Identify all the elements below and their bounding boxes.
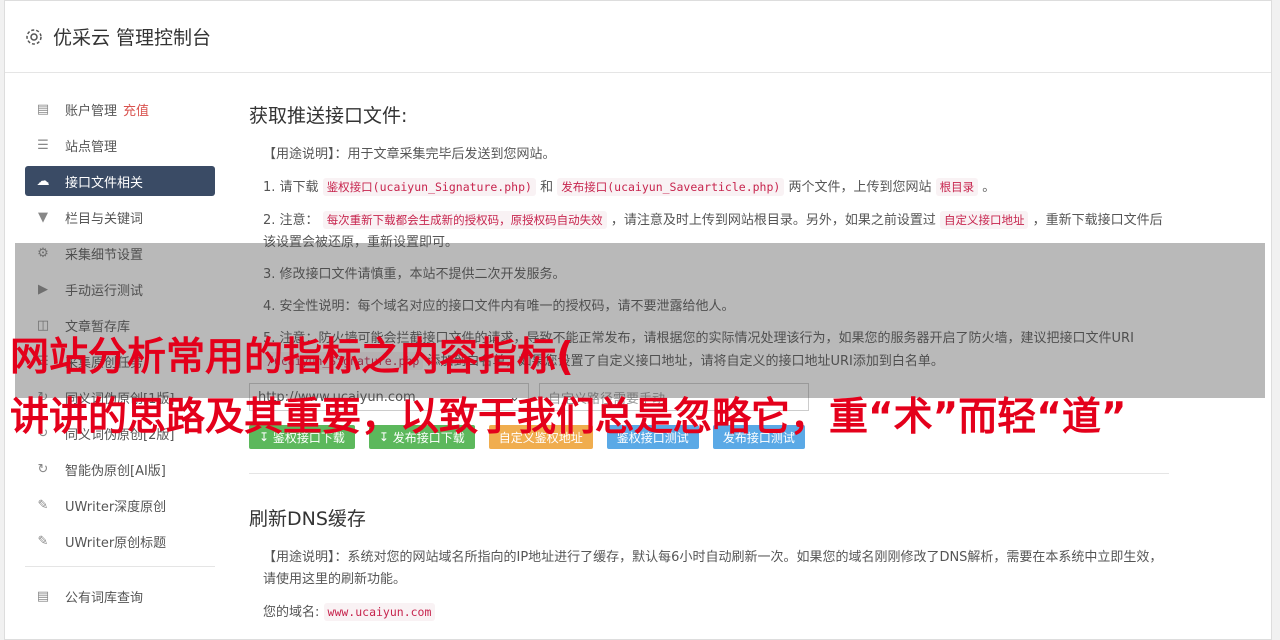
code-custom-url: 自定义接口地址 bbox=[939, 211, 1029, 229]
dns-usage-text: 【用途说明】：系统对您的网站域名所指向的IP地址进行了缓存，默认每6小时自动刷新… bbox=[263, 550, 1163, 587]
section-title-dns: 刷新DNS缓存 bbox=[249, 508, 366, 530]
section-title-interface-files: 获取推送接口文件: bbox=[249, 105, 408, 127]
code-warning: 每次重新下载都会生成新的授权码，原授权码自动失效 bbox=[322, 211, 607, 229]
sidebar-item-public-lexicon[interactable]: ▤ 公有词库查询 bbox=[25, 581, 215, 611]
sidebar-item-columns-keywords[interactable]: ▼ 栏目与关键词 bbox=[25, 202, 215, 232]
sidebar-item-sites[interactable]: ☰ 站点管理 bbox=[25, 130, 215, 160]
sidebar-item-account[interactable]: ▤ 账户管理 充值 bbox=[25, 94, 215, 124]
filter-icon: ▼ bbox=[38, 209, 48, 225]
page-title: 优采云 管理控制台 bbox=[53, 27, 212, 49]
sidebar-item-label: 公有词库查询 bbox=[65, 590, 144, 606]
cloud-upload-icon: ☁ bbox=[36, 173, 50, 189]
recharge-link[interactable]: 充值 bbox=[123, 100, 149, 119]
step-1: 1. 请下载 鉴权接口(ucaiyun_Signature.php) 和 发布接… bbox=[263, 176, 1169, 199]
book-icon: ▤ bbox=[36, 588, 50, 604]
sidebar-item-label: 智能伪原创[AI版] bbox=[65, 463, 166, 479]
sidebar-item-label: 账户管理 bbox=[65, 103, 118, 119]
edit-icon: ✎ bbox=[37, 533, 49, 549]
sidebar-item-interface-files[interactable]: ☁ 接口文件相关 bbox=[25, 166, 215, 196]
code-savearticle-file: 发布接口(ucaiyun_Savearticle.php) bbox=[557, 178, 785, 196]
top-header: 优采云 管理控制台 bbox=[5, 1, 1271, 73]
gear-icon[interactable] bbox=[25, 28, 43, 46]
sidebar-item-uwriter-deep[interactable]: ✎ UWriter深度原创 bbox=[25, 490, 215, 520]
step-text: 1. 请下载 bbox=[263, 180, 319, 195]
sidebar-item-label: 站点管理 bbox=[65, 139, 118, 155]
section-divider bbox=[249, 473, 1169, 474]
refresh-icon: ↻ bbox=[37, 461, 49, 477]
step-text: 和 bbox=[540, 180, 554, 195]
edit-icon: ✎ bbox=[37, 497, 49, 513]
sidebar-item-label: UWriter原创标题 bbox=[65, 535, 167, 551]
sidebar-divider bbox=[25, 566, 215, 567]
bar-chart-icon: ▤ bbox=[36, 101, 50, 117]
step-text: 。 bbox=[982, 180, 996, 195]
domain-value: www.ucaiyun.com bbox=[323, 603, 436, 621]
step-text: ，请注意及时上传到网站根目录。另外，如果之前设置过 bbox=[610, 213, 936, 228]
overlay-caption-line-1: 网站分析常用的指标之内容指标( bbox=[10, 335, 574, 380]
sidebar-item-label: 栏目与关键词 bbox=[65, 211, 144, 227]
overlay-caption-line-2: 讲讲的思路及其重要，以致于我们总是忽略它，重“术”而轻“道” bbox=[10, 395, 1127, 440]
sidebar-item-ai-rewrite[interactable]: ↻ 智能伪原创[AI版] bbox=[25, 454, 215, 484]
usage-text: 【用途说明】：用于文章采集完毕后发送到您网站。 bbox=[263, 147, 556, 162]
step-text: 两个文件，上传到您网站 bbox=[788, 180, 932, 195]
step-text: 2. 注意： bbox=[263, 213, 319, 228]
sidebar-item-label: UWriter深度原创 bbox=[65, 499, 167, 515]
server-icon: ☰ bbox=[37, 137, 49, 153]
dns-domain-row: 您的域名: www.ucaiyun.com bbox=[263, 601, 1169, 624]
sidebar-item-uwriter-title[interactable]: ✎ UWriter原创标题 bbox=[25, 526, 215, 556]
sidebar-item-label: 接口文件相关 bbox=[65, 175, 144, 191]
code-root-dir: 根目录 bbox=[935, 178, 979, 196]
code-signature-file: 鉴权接口(ucaiyun_Signature.php) bbox=[322, 178, 536, 196]
domain-label: 您的域名: bbox=[263, 605, 320, 620]
